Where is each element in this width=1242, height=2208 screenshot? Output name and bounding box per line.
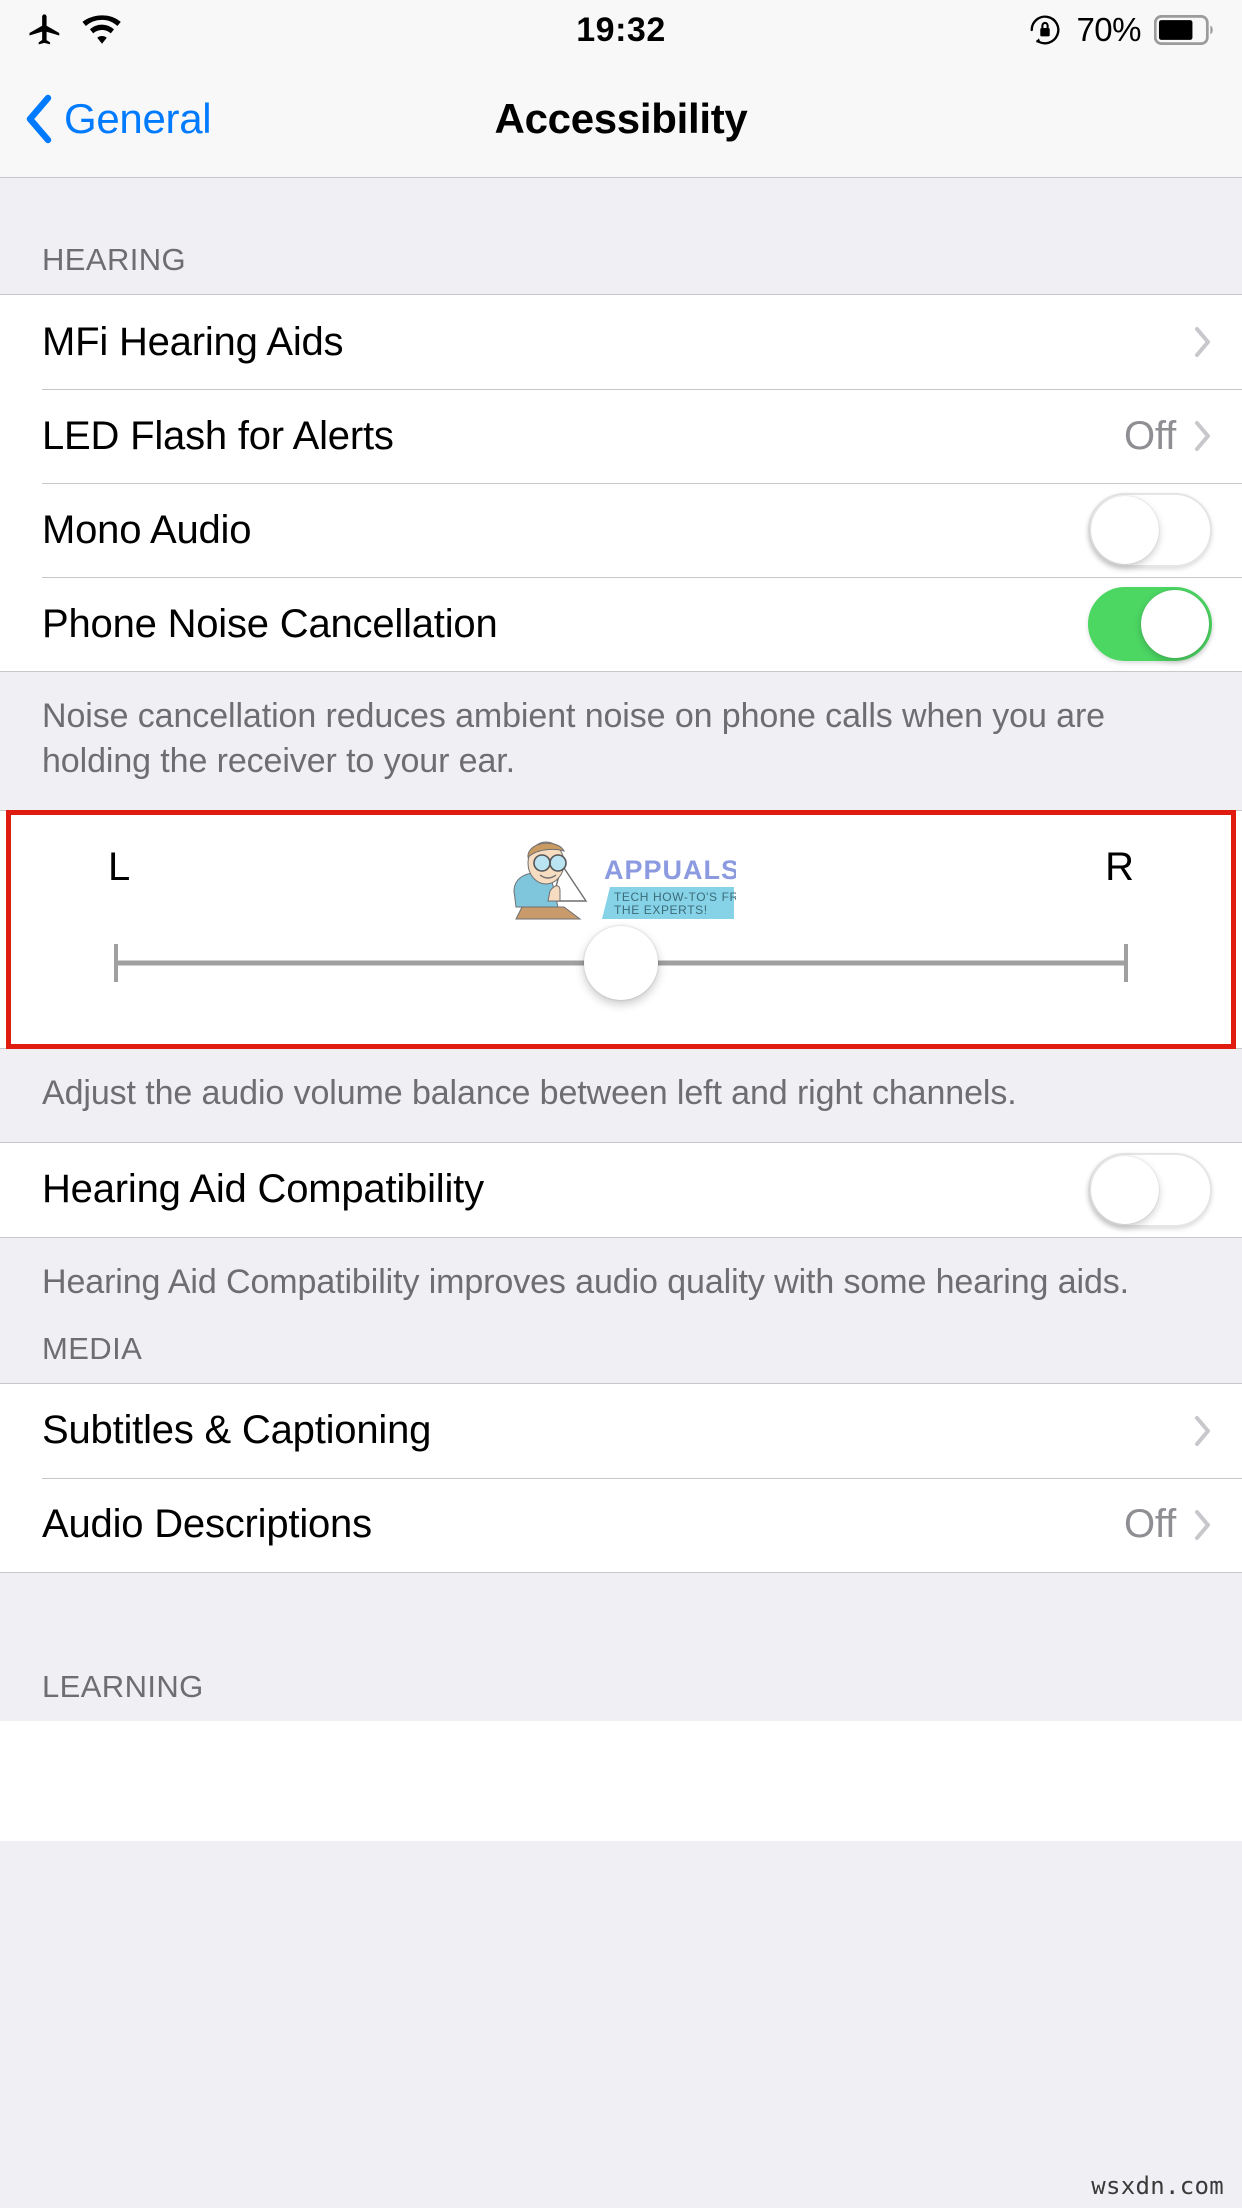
toggle-knob (1091, 496, 1159, 564)
bottom-fill (0, 1720, 1242, 1841)
back-button[interactable]: General (0, 94, 212, 144)
site-watermark: wsxdn.com (1091, 2172, 1224, 2200)
balance-left-label: L (108, 844, 131, 889)
status-bar-clock: 19:32 (576, 10, 666, 49)
row-label: MFi Hearing Aids (42, 319, 344, 364)
chevron-right-icon (1194, 326, 1212, 358)
row-phone-noise-cancellation[interactable]: Phone Noise Cancellation (0, 577, 1242, 671)
iphone-screen: 19:32 70% General Accessibility HEARING … (0, 0, 1242, 2208)
hearing-top-gap (0, 178, 1242, 242)
hearing-group: MFi Hearing Aids LED Flash for Alerts Of… (0, 294, 1242, 672)
media-group: Subtitles & Captioning Audio Description… (0, 1382, 1242, 1573)
toggle-knob (1141, 590, 1209, 658)
status-bar: 19:32 70% (0, 0, 1242, 60)
section-header-learning: LEARNING (0, 1668, 1242, 1721)
balance-channel-labels: L R (0, 845, 1242, 890)
row-mono-audio[interactable]: Mono Audio (0, 483, 1242, 577)
balance-footer-text: Adjust the audio volume balance between … (0, 1048, 1242, 1142)
back-button-label: General (64, 94, 212, 142)
row-subtitles-and-captioning[interactable]: Subtitles & Captioning (0, 1383, 1242, 1478)
slider-thumb[interactable] (584, 925, 658, 1000)
section-header-hearing: HEARING (0, 242, 1242, 294)
audio-balance-section: L R APPUALS TECH HOW-TO'S FR THE EXPERTS… (0, 809, 1242, 1049)
balance-slider[interactable] (58, 908, 1184, 1018)
row-label: Subtitles & Captioning (42, 1408, 432, 1452)
chevron-right-icon (1194, 1509, 1212, 1541)
chevron-left-icon (24, 94, 54, 144)
chevron-right-icon (1194, 420, 1212, 452)
audio-balance-row: L R APPUALS TECH HOW-TO'S FR THE EXPERTS… (0, 809, 1242, 1049)
row-label: Hearing Aid Compatibility (42, 1167, 484, 1212)
hearing-footer-text: Noise cancellation reduces ambient noise… (0, 672, 1242, 810)
row-hearing-aid-compatibility[interactable]: Hearing Aid Compatibility (0, 1142, 1242, 1237)
toggle-knob (1091, 1155, 1159, 1224)
row-value: Off (1123, 413, 1176, 458)
hearing-aid-footer-text: Hearing Aid Compatibility improves audio… (0, 1237, 1242, 1331)
row-value: Off (1123, 1502, 1176, 1546)
row-led-flash-for-alerts[interactable]: LED Flash for Alerts Off (0, 389, 1242, 483)
row-mfi-hearing-aids[interactable]: MFi Hearing Aids (0, 295, 1242, 389)
balance-right-label: R (1105, 844, 1134, 889)
mono-audio-toggle[interactable] (1088, 493, 1212, 567)
row-label: Mono Audio (42, 507, 252, 552)
slider-left-endcap (114, 943, 118, 982)
chevron-right-icon (1194, 1415, 1212, 1447)
slider-right-endcap (1124, 943, 1128, 982)
appuals-tagline-line1: TECH HOW-TO'S FROM (614, 890, 736, 904)
navigation-bar: General Accessibility (0, 60, 1242, 178)
hearing-aid-compatibility-group: Hearing Aid Compatibility (0, 1141, 1242, 1238)
hearing-aid-compatibility-toggle[interactable] (1088, 1152, 1212, 1227)
row-label: Audio Descriptions (42, 1502, 372, 1546)
row-label: Phone Noise Cancellation (42, 601, 498, 646)
row-audio-descriptions[interactable]: Audio Descriptions Off (0, 1477, 1242, 1572)
phone-noise-cancellation-toggle[interactable] (1088, 587, 1212, 661)
section-header-media: MEDIA (0, 1330, 1242, 1383)
learning-top-gap (0, 1572, 1242, 1669)
row-label: LED Flash for Alerts (42, 413, 394, 458)
